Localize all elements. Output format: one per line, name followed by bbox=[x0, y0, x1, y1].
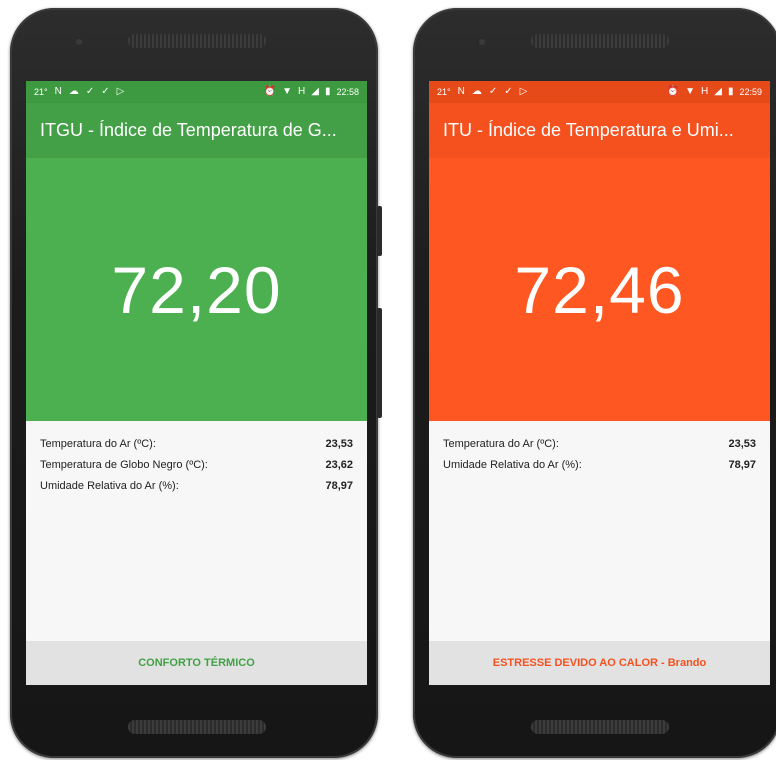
reading-label: Umidade Relativa do Ar (%): bbox=[443, 458, 582, 471]
signal-icon: ◢ bbox=[311, 86, 319, 97]
temperature-status: 21° bbox=[437, 87, 451, 97]
status-bar: 21° N ☁ ✓ ✓ ▷ ⏰ ▼ H ◢ ▮ 22:58 bbox=[26, 81, 367, 103]
network-type: H bbox=[298, 86, 306, 97]
battery-icon: ▮ bbox=[324, 86, 331, 97]
check-icon: ✓ bbox=[504, 86, 513, 97]
reading-value: 23,62 bbox=[325, 458, 353, 471]
check-icon: ✓ bbox=[488, 86, 498, 97]
power-button bbox=[377, 308, 382, 418]
alarm-icon: ⏰ bbox=[263, 86, 277, 97]
app-bar: ITU - Índice de Temperatura e Umi... bbox=[429, 103, 770, 158]
reading-value: 23,53 bbox=[325, 437, 353, 450]
app-bar: ITGU - Índice de Temperatura de G... bbox=[26, 103, 367, 158]
cloud-icon: ☁ bbox=[68, 86, 79, 97]
list-item: Umidade Relativa do Ar (%): 78,97 bbox=[40, 475, 353, 496]
page-title: ITGU - Índice de Temperatura de G... bbox=[40, 120, 337, 140]
temperature-status: 21° bbox=[34, 87, 48, 97]
check-icon: ✓ bbox=[101, 86, 110, 97]
screen-itgu: 21° N ☁ ✓ ✓ ▷ ⏰ ▼ H ◢ ▮ 22:58 ITGU - Índ… bbox=[26, 81, 367, 685]
alarm-icon: ⏰ bbox=[666, 86, 680, 97]
screen-itu: 21° N ☁ ✓ ✓ ▷ ⏰ ▼ H ◢ ▮ 22:59 ITU - Índi… bbox=[429, 81, 770, 685]
front-camera bbox=[479, 39, 485, 45]
volume-button bbox=[377, 206, 382, 256]
status-bar: 21° N ☁ ✓ ✓ ▷ ⏰ ▼ H ◢ ▮ 22:59 bbox=[429, 81, 770, 103]
front-camera bbox=[76, 39, 82, 45]
nfc-icon: N bbox=[457, 86, 465, 97]
network-type: H bbox=[701, 86, 709, 97]
readings-list: Temperatura do Ar (ºC): 23,53 Umidade Re… bbox=[429, 421, 770, 475]
reading-value: 78,97 bbox=[728, 458, 756, 471]
top-speaker bbox=[128, 34, 266, 48]
reading-label: Temperatura de Globo Negro (ºC): bbox=[40, 458, 208, 471]
wifi-icon: ▼ bbox=[282, 86, 293, 97]
status-footer: CONFORTO TÉRMICO bbox=[26, 641, 367, 685]
cloud-icon: ☁ bbox=[471, 86, 482, 97]
wifi-icon: ▼ bbox=[685, 86, 696, 97]
play-store-icon: ▷ bbox=[116, 86, 125, 97]
list-item: Temperatura do Ar (ºC): 23,53 bbox=[40, 433, 353, 454]
bottom-speaker bbox=[531, 720, 669, 734]
phone-left: 21° N ☁ ✓ ✓ ▷ ⏰ ▼ H ◢ ▮ 22:58 ITGU - Índ… bbox=[10, 8, 382, 758]
clock: 22:58 bbox=[336, 87, 359, 97]
reading-value: 23,53 bbox=[728, 437, 756, 450]
play-store-icon: ▷ bbox=[519, 86, 528, 97]
reading-value: 78,97 bbox=[325, 479, 353, 492]
bottom-speaker bbox=[128, 720, 266, 734]
page-title: ITU - Índice de Temperatura e Umi... bbox=[443, 120, 734, 140]
list-item: Temperatura do Ar (ºC): 23,53 bbox=[443, 433, 756, 454]
status-footer: ESTRESSE DEVIDO AO CALOR - Brando bbox=[429, 641, 770, 685]
index-value: 72,20 bbox=[26, 158, 367, 421]
reading-label: Temperatura do Ar (ºC): bbox=[443, 437, 559, 450]
signal-icon: ◢ bbox=[714, 86, 722, 97]
list-item: Umidade Relativa do Ar (%): 78,97 bbox=[443, 454, 756, 475]
index-value: 72,46 bbox=[429, 158, 770, 421]
check-icon: ✓ bbox=[85, 86, 95, 97]
nfc-icon: N bbox=[54, 86, 62, 97]
list-item: Temperatura de Globo Negro (ºC): 23,62 bbox=[40, 454, 353, 475]
clock: 22:59 bbox=[739, 87, 762, 97]
phone-right: 21° N ☁ ✓ ✓ ▷ ⏰ ▼ H ◢ ▮ 22:59 ITU - Índi… bbox=[413, 8, 776, 758]
readings-list: Temperatura do Ar (ºC): 23,53 Temperatur… bbox=[26, 421, 367, 496]
reading-label: Umidade Relativa do Ar (%): bbox=[40, 479, 179, 492]
reading-label: Temperatura do Ar (ºC): bbox=[40, 437, 156, 450]
top-speaker bbox=[531, 34, 669, 48]
battery-icon: ▮ bbox=[727, 86, 734, 97]
